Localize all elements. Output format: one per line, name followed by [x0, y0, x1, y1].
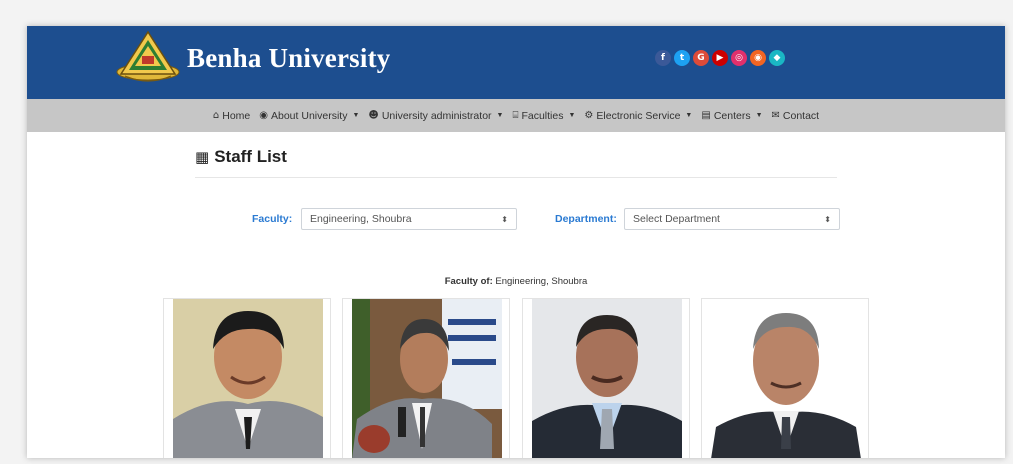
nav-item-electronic-service[interactable]: ⚙ Electronic Service ▼ — [584, 110, 692, 122]
cogs-icon: ⚙ — [584, 110, 594, 121]
social-links: f t G ▶ ◎ ◉ ◆ — [655, 50, 785, 66]
google-icon[interactable]: G — [693, 50, 709, 66]
nav-item-about-university[interactable]: ◉ About University ▼ — [259, 110, 359, 122]
nav-item-label: Home — [222, 109, 251, 122]
staff-card[interactable] — [342, 298, 510, 458]
staff-card[interactable] — [701, 298, 869, 458]
nav-item-label: Electronic Service — [596, 109, 681, 122]
staff-photo[interactable] — [532, 299, 682, 458]
nav-item-label: Faculties — [521, 109, 564, 122]
nav-item-centers[interactable]: ▤ Centers ▼ — [701, 110, 762, 122]
caret-down-icon: ▼ — [568, 112, 576, 119]
staff-card[interactable] — [522, 298, 690, 458]
nav-item-contact[interactable]: ✉ Contact — [772, 110, 820, 122]
twitter-icon[interactable]: t — [674, 50, 690, 66]
title-divider — [195, 177, 837, 178]
facebook-icon[interactable]: f — [655, 50, 671, 66]
faculty-select-value: Engineering, Shoubra — [310, 213, 412, 225]
select-arrows-icon: ⬍ — [501, 214, 508, 224]
staff-photo[interactable] — [173, 299, 323, 458]
instagram-icon[interactable]: ◎ — [731, 50, 747, 66]
other-social-icon[interactable]: ◆ — [769, 50, 785, 66]
caret-down-icon: ▼ — [755, 112, 763, 119]
youtube-icon[interactable]: ▶ — [712, 50, 728, 66]
building-icon: ▤ — [701, 110, 711, 121]
faculty-select[interactable]: Engineering, Shoubra ⬍ — [301, 208, 517, 230]
department-select[interactable]: Select Department ⬍ — [624, 208, 840, 230]
page-title: ▦ Staff List — [195, 147, 287, 167]
rss-icon[interactable]: ◉ — [750, 50, 766, 66]
department-select-value: Select Department — [633, 213, 720, 225]
eye-icon: ◉ — [259, 110, 268, 121]
brand-name[interactable]: Benha University — [187, 43, 390, 74]
department-label: Department: — [555, 213, 617, 225]
main-navigation: ⌂ Home ◉ About University ▼ ☻ University admin… — [27, 99, 1005, 132]
nav-item-university-administrator[interactable]: ☻ University administrator ▼ — [368, 110, 503, 122]
staff-photo[interactable] — [352, 299, 502, 458]
nav-item-label: Centers — [713, 109, 751, 122]
institution-icon: ⌸ — [512, 110, 519, 121]
caret-down-icon: ▼ — [685, 112, 693, 119]
faculty-of-prefix: Faculty of: — [444, 276, 493, 287]
caret-down-icon: ▼ — [352, 112, 360, 119]
staff-card[interactable] — [163, 298, 331, 458]
faculty-of-caption: Faculty of: Engineering, Shoubra — [27, 276, 1005, 287]
staff-photo[interactable] — [711, 299, 861, 458]
faculty-label: Faculty: — [252, 213, 293, 225]
nav-item-label: About University — [271, 109, 348, 122]
nav-item-label: Contact — [782, 109, 820, 122]
nav-item-home[interactable]: ⌂ Home — [213, 110, 250, 122]
caret-down-icon: ▼ — [496, 112, 504, 119]
envelope-icon: ✉ — [771, 110, 780, 121]
users-icon: ☻ — [368, 110, 379, 121]
page-title-text: Staff List — [214, 147, 287, 166]
site-header: Benha University f t G ▶ ◎ ◉ ◆ — [27, 26, 1005, 99]
nav-item-label: University administrator — [381, 109, 492, 122]
clipboard-icon: ▦ — [195, 148, 210, 166]
nav-item-faculties[interactable]: ⌸ Faculties ▼ — [512, 110, 575, 122]
browser-page: Benha University f t G ▶ ◎ ◉ ◆ ⌂ Home ◉ About Uni… — [27, 26, 1005, 458]
university-logo[interactable] — [115, 30, 181, 82]
select-arrows-icon: ⬍ — [824, 214, 831, 224]
home-icon: ⌂ — [212, 110, 220, 121]
faculty-of-value: Engineering, Shoubra — [495, 276, 588, 287]
